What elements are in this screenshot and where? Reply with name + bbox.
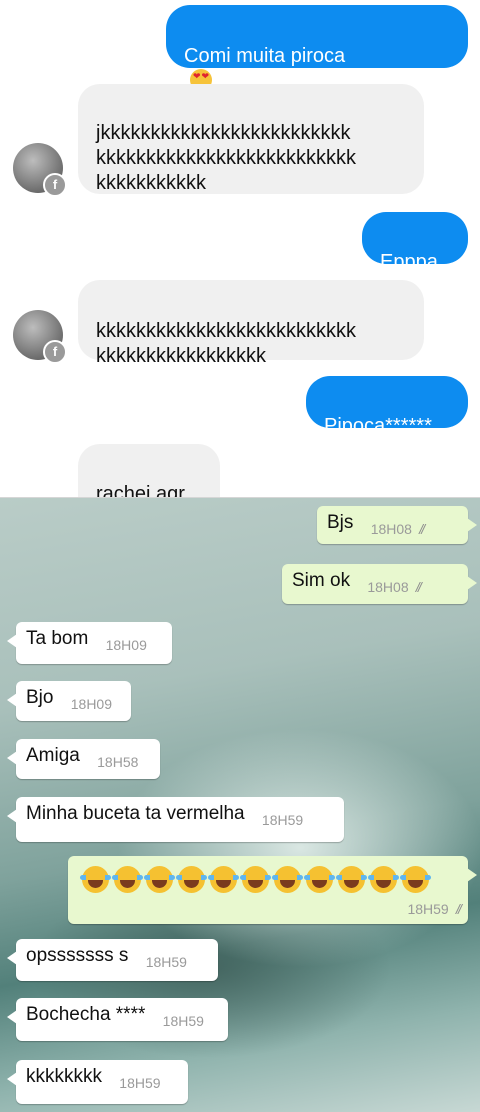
tears-of-joy-emoji-icon <box>112 866 143 893</box>
message-text: jkkkkkkkkkkkkkkkkkkkkkkkkk kkkkkkkkkkkkk… <box>96 122 356 194</box>
incoming-message[interactable]: kkkkkkkkkkkkkkkkkkkkkkkkkk kkkkkkkkkkkkk… <box>78 280 424 367</box>
message-text: Minha buceta ta vermelha <box>26 803 245 824</box>
tears-of-joy-emoji-icon <box>80 866 111 893</box>
message-time: 18H08 <box>367 579 409 595</box>
message-time: 18H58 <box>97 754 139 770</box>
tears-of-joy-emoji-icon <box>208 866 239 893</box>
message-time: 18H59 <box>162 1013 204 1029</box>
tears-of-joy-emoji-icon <box>240 866 271 893</box>
message-text: Sim ok <box>292 570 351 591</box>
incoming-message[interactable]: opsssssss s 18H59 <box>7 939 218 981</box>
message-text: Ta bom <box>26 628 89 649</box>
tears-of-joy-emoji-icon <box>368 866 399 893</box>
message-time: 18H09 <box>105 637 147 653</box>
tears-of-joy-emoji-icon <box>176 866 207 893</box>
incoming-message[interactable]: kkkkkkkk 18H59 <box>7 1060 188 1104</box>
message-text: Bjo <box>26 687 54 708</box>
message-text: Pipoca****** <box>324 415 432 437</box>
tears-of-joy-emoji-icon <box>336 866 367 893</box>
message-text: Bochecha **** <box>26 1004 146 1025</box>
tears-of-joy-emoji-icon <box>272 866 303 893</box>
tears-of-joy-emoji-icon <box>144 866 175 893</box>
incoming-message[interactable]: Ta bom 18H09 <box>7 622 172 664</box>
message-text: Bjs <box>327 512 354 533</box>
message-time: 18H59 <box>119 1075 161 1091</box>
incoming-message[interactable]: Bjo 18H09 <box>7 681 131 721</box>
messenger-conversation: Comi muita piroca f jkkkkkkkkkkkkkkkkkkk… <box>0 0 480 505</box>
message-time: 18H59 <box>145 954 187 970</box>
message-text: opsssssss s <box>26 945 129 966</box>
message-time: 18H59 <box>407 901 449 917</box>
message-time: 18H09 <box>70 696 113 712</box>
facebook-icon: f <box>43 173 67 197</box>
incoming-message[interactable]: Bochecha **** 18H59 <box>7 998 228 1041</box>
message-text: kkkkkkkkkkkkkkkkkkkkkkkkkk kkkkkkkkkkkkk… <box>96 320 356 367</box>
contact-avatar[interactable]: f <box>13 310 67 364</box>
message-time: 18H59 <box>261 812 304 828</box>
message-text: Amiga <box>26 745 80 766</box>
whatsapp-conversation: Bjs 18H08 // Sim ok 18H08 // Ta bom 18H0… <box>0 497 480 1112</box>
message-text: Epppa <box>380 251 438 273</box>
contact-avatar[interactable]: f <box>13 143 67 197</box>
outgoing-message[interactable]: Sim ok 18H08 // <box>282 564 477 604</box>
emoji-row <box>80 866 458 896</box>
message-text: Comi muita piroca <box>184 45 346 67</box>
outgoing-message[interactable]: Pipoca****** <box>306 376 468 437</box>
tears-of-joy-emoji-icon <box>304 866 335 893</box>
message-time: 18H08 <box>370 521 412 537</box>
facebook-icon: f <box>43 340 67 364</box>
incoming-message[interactable]: Minha buceta ta vermelha 18H59 <box>7 797 344 842</box>
outgoing-message[interactable]: 18H59 // <box>68 856 477 924</box>
outgoing-message[interactable]: Bjs 18H08 // <box>317 506 477 544</box>
incoming-message[interactable]: rachei agr <box>78 444 220 505</box>
tears-of-joy-emoji-icon <box>400 866 431 893</box>
incoming-message[interactable]: Amiga 18H58 <box>7 739 160 779</box>
incoming-message[interactable]: jkkkkkkkkkkkkkkkkkkkkkkkkk kkkkkkkkkkkkk… <box>78 84 424 194</box>
outgoing-message[interactable]: Epppa <box>362 212 468 273</box>
message-text: kkkkkkkk <box>26 1066 102 1087</box>
outgoing-message[interactable]: Comi muita piroca <box>166 5 468 116</box>
